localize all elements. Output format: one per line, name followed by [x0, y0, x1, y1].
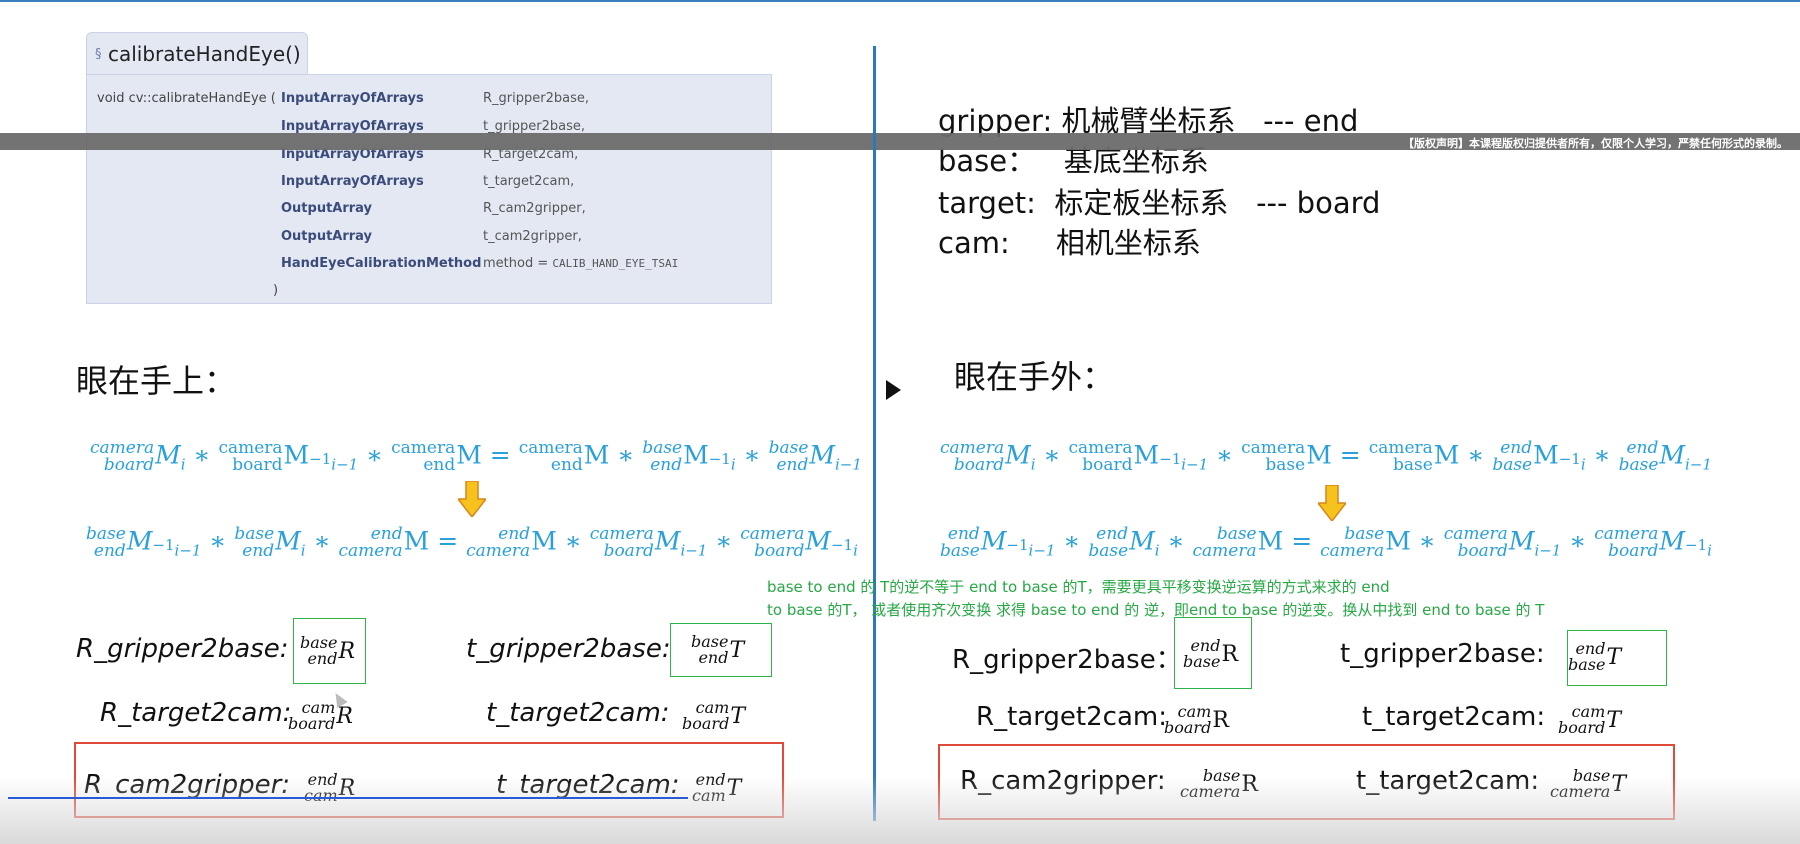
param-name: t_target2cam,	[483, 174, 575, 189]
note-line-2: to base 的T， 或者使用齐次变换 求得 base to end 的 逆，…	[767, 601, 1545, 619]
label-r-target2cam: R_target2cam:	[100, 698, 292, 728]
highlight-box: base end T	[670, 623, 772, 677]
progress-bar[interactable]	[8, 797, 688, 799]
note-line-1: base to end 的 T的逆不等于 end to base 的T，需要更具…	[767, 578, 1390, 596]
player-controls-shade	[0, 776, 1800, 844]
label-r-gripper2base: R_gripper2base：	[952, 645, 1182, 675]
signature-prefix: void cv::calibrateHandEye (	[97, 91, 276, 106]
formula-eye-in-hand-2: base end M−1i−1 ∗ base end Mi ∗ end camera M =…	[86, 524, 858, 561]
label-r-gripper2base: R_gripper2base:	[76, 634, 289, 664]
label-t-target2cam: t_target2cam:	[486, 698, 670, 728]
api-title-tab: § calibrateHandEye()	[86, 32, 308, 75]
param-type: InputArrayOfArrays	[281, 119, 424, 134]
formula-eye-in-hand-1: camera board Mi ∗ camera board M−1i−1 ∗ came…	[90, 438, 862, 475]
top-border	[0, 0, 1800, 2]
heading-eye-to-hand: 眼在手外：	[954, 358, 1115, 396]
param-type: InputArrayOfArrays	[281, 91, 424, 106]
arrow-down-icon	[458, 481, 486, 517]
coord-line-target: target: 标定板坐标系 --- board	[938, 186, 1381, 220]
param-type: HandEyeCalibrationMethod	[281, 256, 482, 271]
param-type: OutputArray	[281, 229, 373, 244]
formula-eye-to-hand-2: end base M−1i−1 ∗ end base Mi ∗ base camera M …	[940, 524, 1712, 561]
coord-line-cam: cam: 相机坐标系	[938, 226, 1201, 260]
param-name: t_gripper2base,	[483, 119, 586, 134]
formula-eye-to-hand-1: camera board Mi ∗ camera board M−1i−1 ∗ came…	[940, 438, 1712, 475]
highlight-box: base end R	[293, 618, 366, 684]
copyright-notice: 【版权声明】本课程版权归提供者所有，仅限个人学习，严禁任何形式的录制。	[1403, 137, 1788, 150]
heading-eye-in-hand: 眼在手上：	[76, 362, 237, 400]
symbol-r-target2cam: cam board R	[1164, 702, 1229, 737]
param-name: R_gripper2base,	[483, 91, 589, 106]
highlight-box: end base R	[1174, 617, 1252, 689]
label-r-target2cam: R_target2cam:	[976, 702, 1167, 732]
label-t-target2cam: t_target2cam:	[1362, 702, 1546, 732]
symbol-r-target2cam: cam board R	[288, 698, 353, 733]
api-signature-box: void cv::calibrateHandEye ( InputArrayOf…	[86, 74, 772, 304]
param-default: CALIB_HAND_EYE_TSAI	[552, 257, 679, 270]
highlight-box: end base T	[1567, 630, 1667, 686]
param-type: OutputArray	[281, 201, 373, 216]
signature-close: )	[273, 283, 279, 298]
play-icon[interactable]	[886, 380, 901, 400]
vertical-divider	[873, 46, 876, 821]
param-name: t_cam2gripper,	[483, 229, 582, 244]
section-mark: §	[95, 47, 102, 62]
param-type: InputArrayOfArrays	[281, 174, 424, 189]
arrow-down-icon	[1318, 485, 1346, 521]
param-name: R_cam2gripper,	[483, 201, 586, 216]
label-t-gripper2base: t_gripper2base:	[466, 634, 671, 664]
param-name: method = CALIB_HAND_EYE_TSAI	[483, 256, 679, 271]
symbol-t-target2cam: cam board T	[682, 698, 745, 733]
symbol-t-target2cam: cam board T	[1558, 702, 1621, 737]
label-t-gripper2base: t_gripper2base:	[1340, 639, 1545, 669]
function-title: calibrateHandEye()	[108, 42, 301, 66]
